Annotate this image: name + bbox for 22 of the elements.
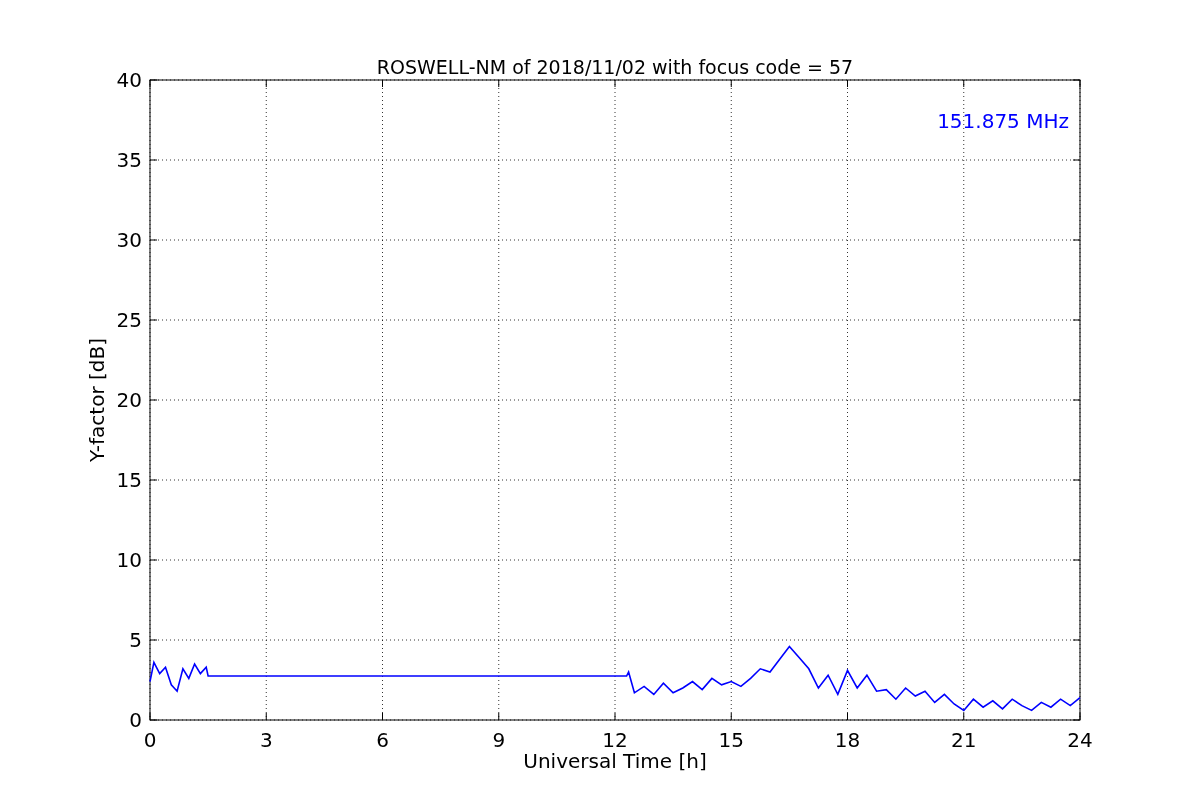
tick-label: 25 [116, 308, 142, 332]
tick-label: 12 [602, 728, 628, 752]
tick-label: 0 [143, 728, 157, 752]
tick-label: 35 [116, 148, 142, 172]
x-axis-label: Universal Time [h] [523, 749, 707, 773]
tick-label: 9 [492, 728, 506, 752]
tick-label: 30 [116, 228, 142, 252]
tick-label: 15 [718, 728, 744, 752]
tick-label: 15 [116, 468, 142, 492]
y-axis-label: Y-factor [dB] [85, 338, 109, 462]
frequency-label: 151.875 MHz [937, 109, 1069, 133]
tick-label: 24 [1067, 728, 1093, 752]
tick-label: 40 [116, 68, 142, 92]
tick-label: 3 [259, 728, 273, 752]
tick-label: 0 [129, 708, 142, 732]
tick-label: 20 [116, 388, 142, 412]
tick-label: 10 [116, 548, 142, 572]
tick-label: 21 [951, 728, 977, 752]
tick-label: 5 [129, 628, 142, 652]
tick-label: 6 [376, 728, 389, 752]
tick-label: 18 [834, 728, 861, 752]
chart-title: ROSWELL-NM of 2018/11/02 with focus code = 57 [376, 56, 854, 78]
